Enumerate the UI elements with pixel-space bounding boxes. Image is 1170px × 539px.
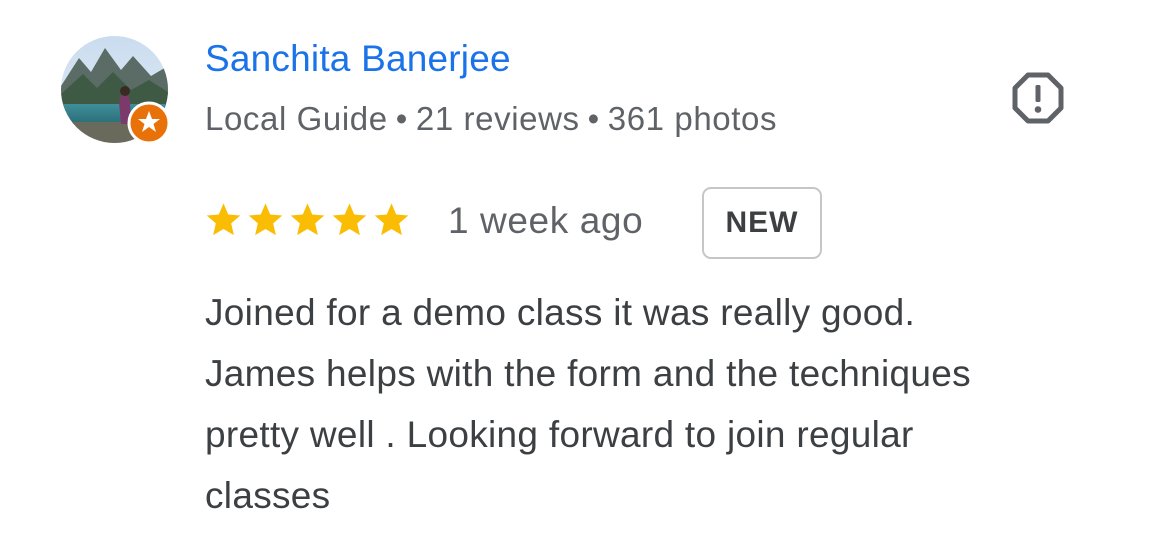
review-text: Joined for a demo class it was really go… xyxy=(205,282,1150,526)
separator-dot: • xyxy=(587,100,600,137)
star-icon xyxy=(374,203,409,236)
review-text-line: pretty well . Looking forward to join re… xyxy=(205,414,914,455)
reviewer-name[interactable]: Sanchita Banerjee xyxy=(205,38,511,80)
reviewer-role: Local Guide xyxy=(205,100,388,137)
star-icon xyxy=(248,203,283,236)
review-text-line: Joined for a demo class it was really go… xyxy=(205,292,916,333)
star-icon xyxy=(332,203,367,236)
star-icon xyxy=(206,203,241,236)
review-time: 1 week ago xyxy=(448,200,644,241)
new-badge: NEW xyxy=(702,187,822,259)
star-icon xyxy=(290,203,325,236)
reviewer-meta: Local Guide • 21 reviews • 361 photos xyxy=(205,100,777,138)
reviewer-photo-count: 361 photos xyxy=(607,100,778,137)
reviewer-review-count: 21 reviews xyxy=(415,100,580,137)
star-rating xyxy=(204,200,411,240)
review-text-line: James helps with the form and the techni… xyxy=(205,353,971,394)
local-guide-badge-icon xyxy=(127,101,171,145)
separator-dot: • xyxy=(395,100,408,137)
review-text-line: classes xyxy=(205,475,331,516)
report-flag-icon[interactable] xyxy=(1010,70,1066,126)
